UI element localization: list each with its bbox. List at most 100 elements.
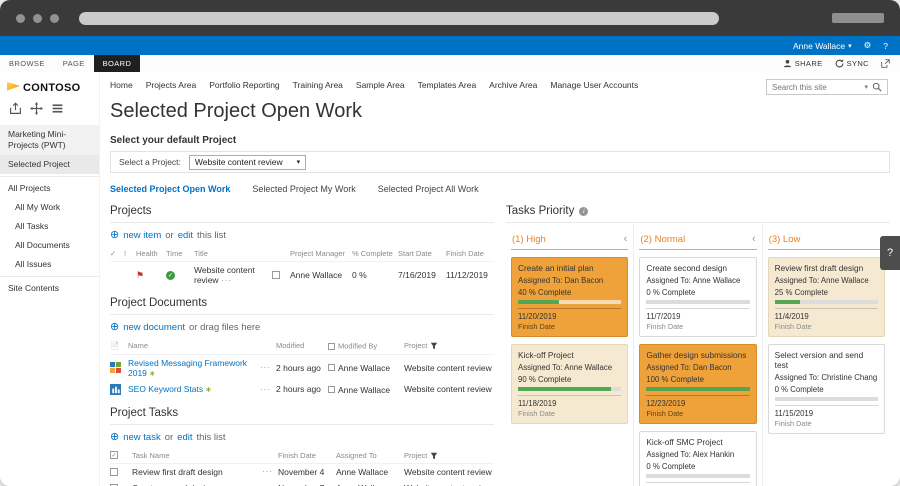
search-icon[interactable] <box>872 82 882 92</box>
tab-selected-project-all-work[interactable]: Selected Project All Work <box>378 184 479 194</box>
project-filter-header[interactable]: Project <box>404 451 494 460</box>
sidebar-item-selected-project[interactable]: Selected Project <box>0 155 99 174</box>
tab-selected-project-my-work[interactable]: Selected Project My Work <box>252 184 355 194</box>
sidebar-item-all-documents[interactable]: All Documents <box>0 236 99 255</box>
project-link[interactable]: Website content review <box>404 483 494 486</box>
lists-column: Projects ⊕ new item or edit this list ✓ … <box>110 196 494 486</box>
nav-link-portfolio-reporting[interactable]: Portfolio Reporting <box>209 80 279 90</box>
modified-by: Anne Wallace <box>328 384 400 395</box>
nav-link-training-area[interactable]: Training Area <box>293 80 343 90</box>
collapse-chevron-icon[interactable]: ‹ <box>752 233 756 245</box>
nav-link-projects-area[interactable]: Projects Area <box>146 80 197 90</box>
sidebar-item-all-issues[interactable]: All Issues <box>0 255 99 274</box>
file-type-header[interactable]: 📄 <box>110 341 124 350</box>
search-input[interactable] <box>772 83 860 92</box>
share-button[interactable]: SHARE <box>783 59 823 68</box>
tasks-table-header: ✓ Task Name Finish Date Assigned To Proj… <box>110 448 494 464</box>
new-task-link[interactable]: new task <box>123 432 161 443</box>
new-item-link[interactable]: new item <box>123 230 161 241</box>
task-assigned-to: Anne Wallace <box>336 467 400 477</box>
app-window: Anne Wallace ▾ ⚙ ? BROWSE PAGE BOARD SHA… <box>0 0 900 486</box>
project-row[interactable]: ⚑ ✓ Website content review ··· Anne Wall… <box>110 262 494 288</box>
task-checkbox[interactable] <box>110 468 118 476</box>
modified-by: Anne Wallace <box>328 362 400 373</box>
task-card[interactable]: Select version and send test Assigned To… <box>768 344 885 434</box>
upload-icon[interactable] <box>9 102 22 115</box>
new-document-link[interactable]: new document <box>123 322 185 333</box>
progress-bar <box>518 300 621 304</box>
tab-selected-project-open-work[interactable]: Selected Project Open Work <box>110 184 230 194</box>
search-box: ▾ <box>766 79 888 95</box>
ellipsis-menu-icon[interactable]: ··· <box>262 467 274 476</box>
modified-by-header[interactable]: Modified By <box>328 341 400 351</box>
feedback-help-tab[interactable]: ? <box>880 236 900 270</box>
edit-list-link[interactable]: edit <box>178 230 193 241</box>
window-button-icon[interactable] <box>16 14 25 23</box>
filter-funnel-icon[interactable] <box>430 342 438 350</box>
document-name[interactable]: Revised Messaging Framework 2019∗ <box>128 358 256 378</box>
task-row[interactable]: Review first draft design ··· November 4… <box>110 464 494 480</box>
filter-funnel-icon[interactable] <box>430 452 438 460</box>
task-card[interactable]: Kick-off Project Assigned To: Anne Walla… <box>511 344 628 424</box>
document-row[interactable]: SEO Keyword Stats∗ ··· 2 hours ago Anne … <box>110 381 494 398</box>
chevron-down-icon[interactable]: ▾ <box>864 83 868 91</box>
sidebar-item-all-tasks[interactable]: All Tasks <box>0 217 99 236</box>
presence-checkbox[interactable] <box>272 271 280 279</box>
task-name: Create second design <box>132 483 258 486</box>
project-link[interactable]: Website content review <box>404 363 494 373</box>
task-row[interactable]: Create second design ··· November 7 Anne… <box>110 480 494 486</box>
task-card[interactable]: Kick-off SMC Project Assigned To: Alex H… <box>639 431 756 486</box>
tab-browse[interactable]: BROWSE <box>0 55 54 72</box>
nav-link-archive-area[interactable]: Archive Area <box>489 80 537 90</box>
popout-button[interactable] <box>881 59 890 68</box>
collapse-chevron-icon[interactable]: ‹ <box>624 233 628 245</box>
tasks-priority-title: Tasks Priority i <box>506 196 890 223</box>
project-dropdown[interactable]: Website content review ▾ <box>189 155 306 170</box>
sync-button[interactable]: SYNC <box>835 59 869 68</box>
ellipsis-menu-icon[interactable]: ··· <box>260 363 272 372</box>
attention-header[interactable]: ! <box>124 249 132 258</box>
help-icon[interactable]: ? <box>883 41 888 51</box>
on-time-check-icon: ✓ <box>166 271 175 280</box>
window-button-icon[interactable] <box>50 14 59 23</box>
project-link[interactable]: Website content review <box>404 467 494 477</box>
divider <box>646 308 749 309</box>
ellipsis-menu-icon[interactable]: ··· <box>221 276 232 285</box>
settings-gear-button[interactable]: ⚙ <box>864 40 872 51</box>
task-card[interactable]: Create an initial plan Assigned To: Dan … <box>511 257 628 337</box>
ellipsis-menu-icon[interactable]: ··· <box>260 385 272 394</box>
nav-link-templates-area[interactable]: Templates Area <box>418 80 477 90</box>
presence-checkbox[interactable] <box>328 364 335 371</box>
document-row[interactable]: Revised Messaging Framework 2019∗ ··· 2 … <box>110 355 494 381</box>
project-title: Website content review ··· <box>194 265 268 285</box>
sidebar-item-marketing-mini-projects[interactable]: Marketing Mini-Projects (PWT) <box>0 125 99 155</box>
task-card[interactable]: Create second design Assigned To: Anne W… <box>639 257 756 337</box>
task-card[interactable]: Gather design submissions Assigned To: D… <box>639 344 756 424</box>
list-icon[interactable] <box>51 102 64 115</box>
tab-page[interactable]: PAGE <box>54 55 94 72</box>
edit-list-link[interactable]: edit <box>177 432 192 443</box>
tab-board[interactable]: BOARD <box>94 55 141 72</box>
select-all-header[interactable]: ✓ <box>110 249 120 258</box>
address-bar[interactable] <box>79 12 719 25</box>
page-body: CONTOSO Marketing Mini-Projects (PWT) Se… <box>0 72 900 486</box>
new-item-badge-icon: ∗ <box>205 385 212 394</box>
nav-link-manage-user-accounts[interactable]: Manage User Accounts <box>550 80 638 90</box>
project-filter-header[interactable]: Project <box>404 341 494 350</box>
task-card[interactable]: Review first draft design Assigned To: A… <box>768 257 885 337</box>
browser-controls[interactable] <box>832 13 884 23</box>
sidebar-item-site-contents[interactable]: Site Contents <box>0 279 99 298</box>
sidebar-item-all-my-work[interactable]: All My Work <box>0 198 99 217</box>
select-all-checkbox[interactable]: ✓ <box>110 451 118 459</box>
document-name[interactable]: SEO Keyword Stats∗ <box>128 384 256 394</box>
presence-checkbox[interactable] <box>328 386 335 393</box>
move-icon[interactable] <box>30 102 43 115</box>
user-menu[interactable]: Anne Wallace ▾ <box>793 41 852 51</box>
project-link[interactable]: Website content review <box>404 384 494 394</box>
window-button-icon[interactable] <box>33 14 42 23</box>
finish-date: 11/12/2019 <box>446 270 494 280</box>
nav-link-sample-area[interactable]: Sample Area <box>356 80 405 90</box>
nav-link-home[interactable]: Home <box>110 80 133 90</box>
sidebar-item-all-projects[interactable]: All Projects <box>0 179 99 198</box>
info-icon[interactable]: i <box>579 207 588 216</box>
